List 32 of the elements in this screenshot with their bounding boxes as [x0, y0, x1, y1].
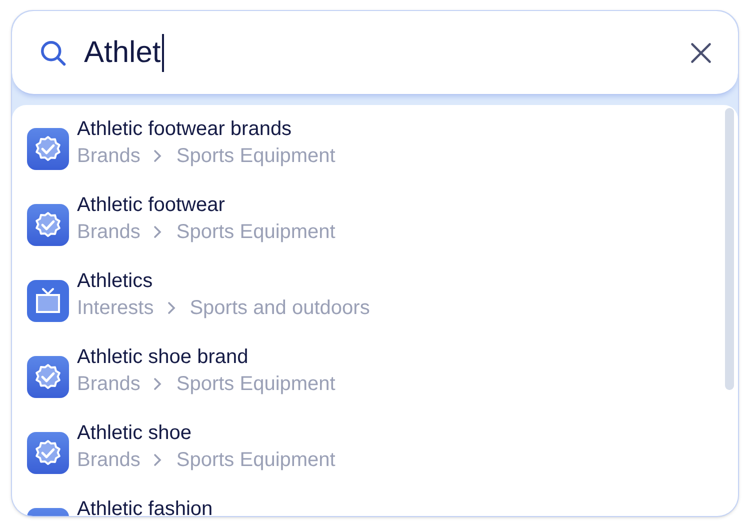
result-title: Athletic shoe [77, 421, 193, 446]
result-item[interactable]: Athletic shoe Brands Sports Equipment [12, 420, 738, 496]
close-icon[interactable] [690, 42, 712, 64]
search-field[interactable]: Athlet [12, 11, 738, 95]
chevron-right-icon [153, 149, 164, 163]
chevron-right-icon [153, 453, 164, 467]
category-path: Interests [77, 296, 154, 321]
search-text: Athlet [84, 35, 161, 71]
category-path: Sports Equipment [176, 144, 336, 169]
tv-icon [27, 280, 69, 322]
result-item[interactable]: Athletic fashion [12, 496, 738, 516]
result-item[interactable]: Athletic shoe brand Brands Sports Equipment [12, 344, 738, 420]
result-title: Athletic shoe brand [77, 345, 250, 370]
chevron-right-icon [153, 225, 164, 239]
result-title: Athletic footwear [77, 193, 226, 218]
chevron-right-icon [166, 301, 177, 315]
result-item[interactable]: Athletics Interests Sports and outdoors [12, 268, 738, 344]
category-path: Sports Equipment [176, 372, 336, 397]
category-path: Brands [77, 448, 140, 473]
category-path: Brands [77, 372, 140, 397]
category-path: Sports and outdoors [190, 296, 370, 321]
result-item[interactable]: Athletic footwear brands Brands Sports Equipment [12, 116, 738, 192]
category-path: Brands [77, 144, 140, 169]
category-path: Sports Equipment [176, 220, 336, 245]
result-item[interactable]: Athletic footwear Brands Sports Equipment [12, 192, 738, 268]
chevron-right-icon [153, 377, 164, 391]
result-title: Athletics [77, 269, 154, 294]
result-title: Athletic fashion [77, 497, 213, 516]
category-path: Sports Equipment [176, 448, 336, 473]
category-path: Brands [77, 220, 140, 245]
text-cursor [162, 34, 164, 72]
result-title: Athletic footwear brands [77, 117, 293, 142]
